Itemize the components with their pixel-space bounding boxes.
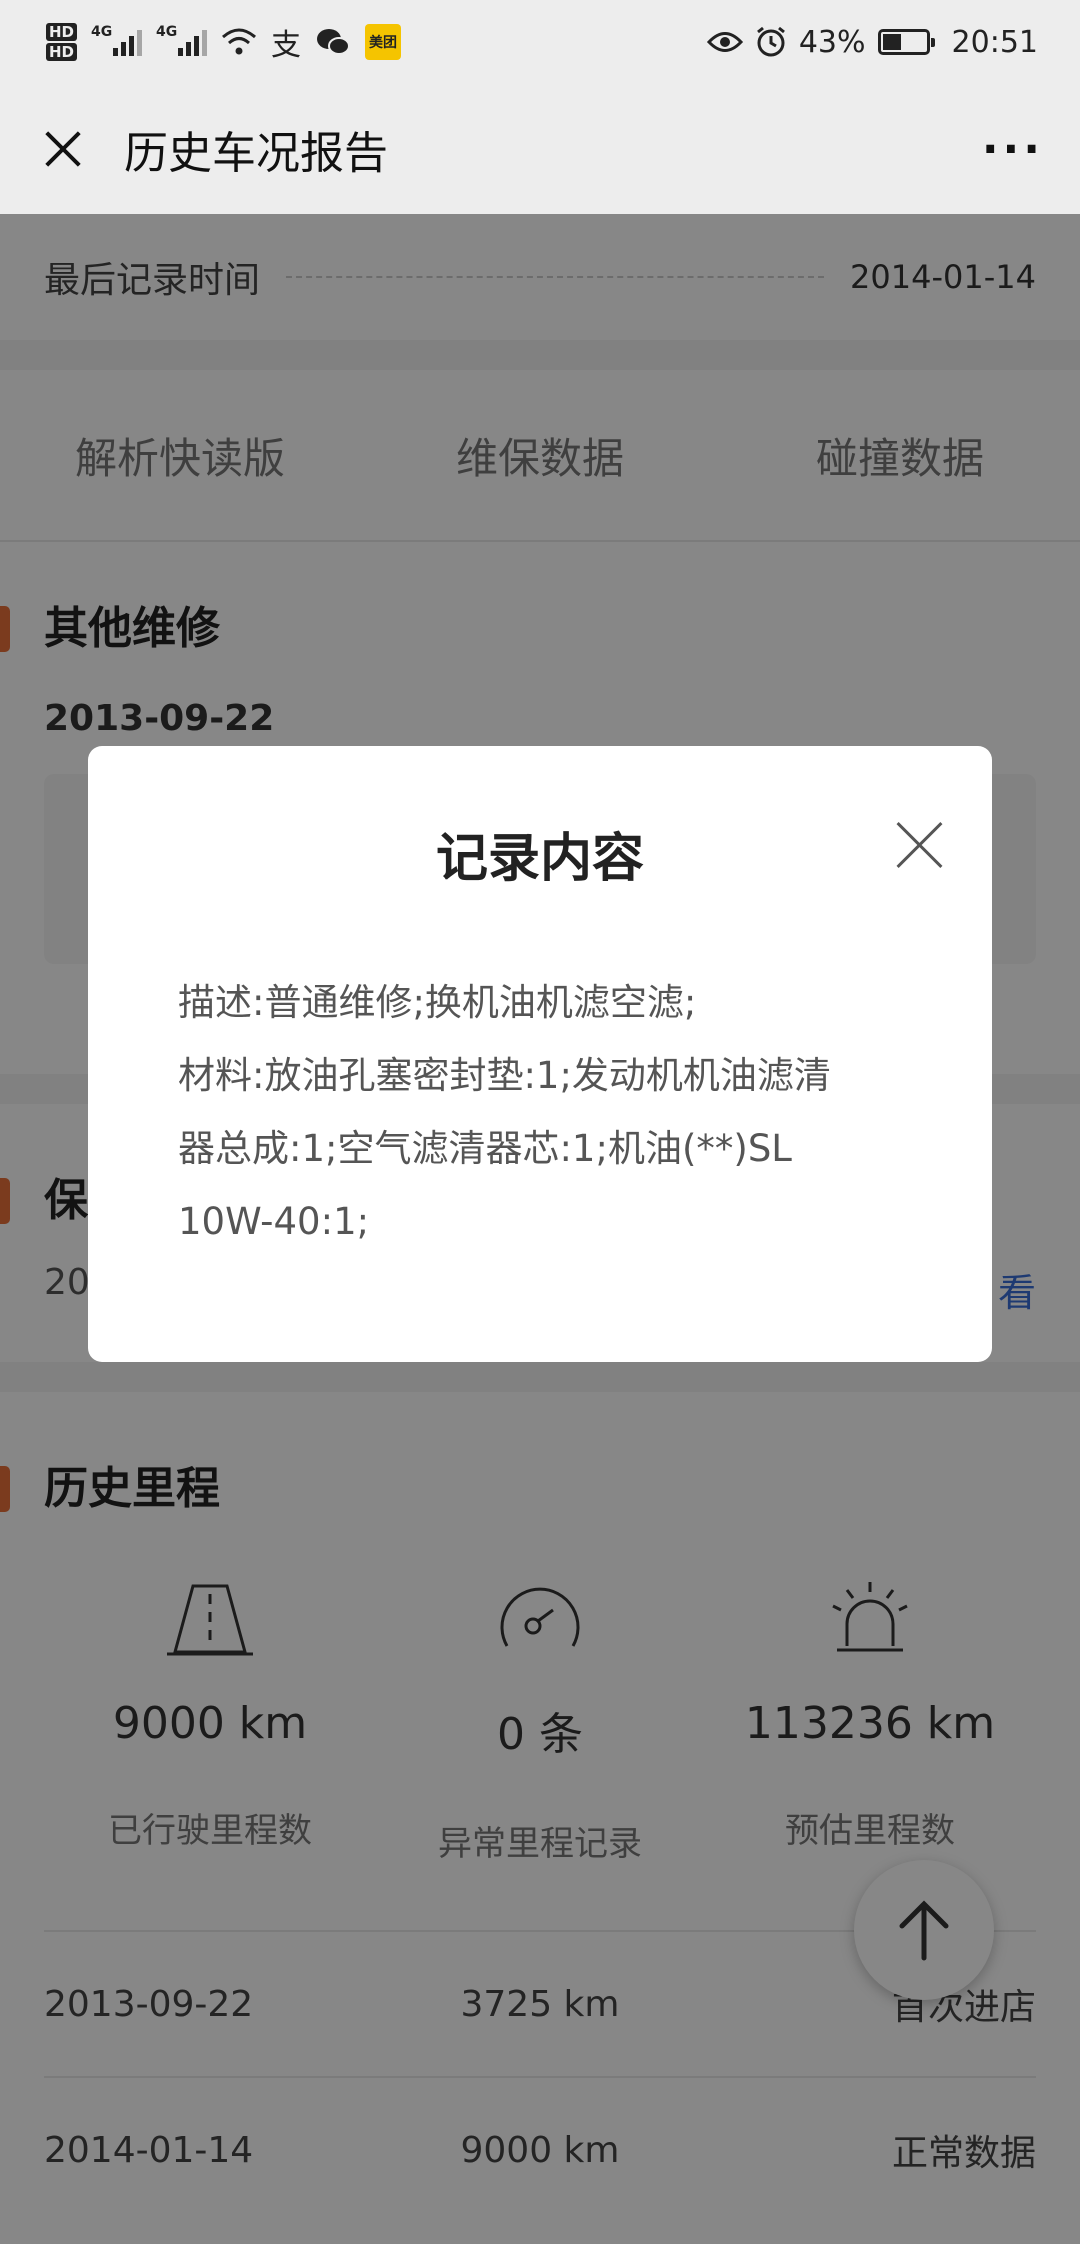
- alipay-icon: 支: [271, 28, 302, 63]
- dialog-close-icon[interactable]: [894, 820, 944, 870]
- more-menu-icon[interactable]: ···: [982, 124, 1044, 175]
- dialog-line: 器总成:1;空气滤清器芯:1;机油(**)SL: [178, 1127, 792, 1170]
- dialog-line: 10W-40:1;: [178, 1200, 370, 1243]
- record-content-dialog: 记录内容 描述:普通维修;换机油机滤空滤; 材料:放油孔塞密封垫:1;发动机机油…: [88, 746, 992, 1362]
- signal-icon: 4G: [91, 24, 143, 56]
- dialog-body: 描述:普通维修;换机油机滤空滤; 材料:放油孔塞密封垫:1;发动机机油滤清 器总…: [178, 966, 918, 1258]
- wifi-icon: [222, 28, 257, 55]
- dialog-title: 记录内容: [435, 829, 644, 889]
- alarm-icon: [756, 26, 785, 57]
- battery-icon: [877, 29, 935, 55]
- meituan-icon: 美团: [365, 24, 402, 60]
- signal-icon-2: 4G: [156, 24, 208, 56]
- dialog-line: 描述:普通维修;换机油机滤空滤;: [178, 981, 697, 1024]
- status-bar: HD HD 4G 4G 支 美团 43% 20:51: [0, 0, 1080, 84]
- hd-indicator: HD HD: [46, 22, 78, 62]
- clock: 20:51: [951, 24, 1038, 60]
- dialog-line: 材料:放油孔塞密封垫:1;发动机机油滤清: [178, 1054, 831, 1097]
- page-title: 历史车况报告: [124, 128, 388, 179]
- close-icon[interactable]: [36, 122, 90, 176]
- title-bar: 历史车况报告 ···: [0, 84, 1080, 214]
- wechat-icon: [317, 29, 351, 55]
- eye-icon: [706, 32, 743, 52]
- battery-percent: 43%: [798, 24, 866, 60]
